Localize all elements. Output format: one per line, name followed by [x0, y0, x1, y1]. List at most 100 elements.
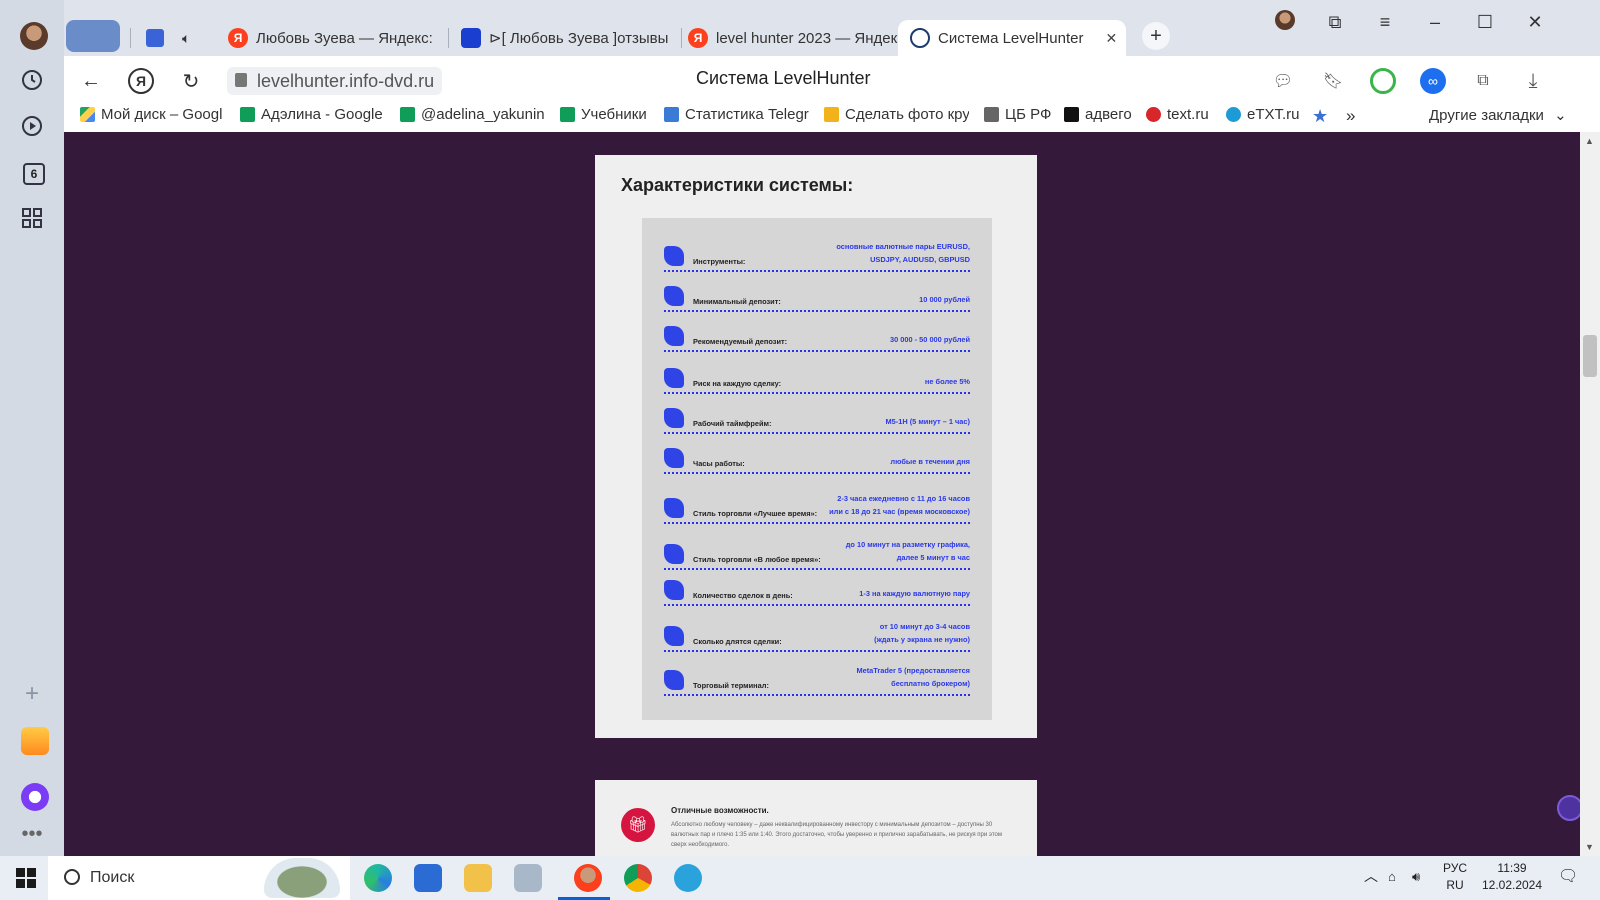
collections-icon[interactable]: ⧉: [1320, 12, 1350, 32]
video-icon[interactable]: [16, 110, 48, 142]
bookmark-item[interactable]: ЦБ РФ: [984, 106, 1054, 123]
scroll-up-icon[interactable]: ▲: [1585, 136, 1594, 146]
tab-audio-control[interactable]: [66, 20, 120, 52]
page-viewport[interactable]: Характеристики системы: Инструменты: осно…: [64, 132, 1600, 856]
url-text: levelhunter.info-dvd.ru: [257, 70, 435, 91]
notifications-icon[interactable]: 🗨︎: [1558, 868, 1578, 885]
characteristic-row: Сколько длятся сделки: от 10 минут до 3-4…: [664, 616, 970, 652]
taskbar-search[interactable]: Поиск: [48, 856, 350, 900]
close-tab-icon[interactable]: ✕: [1105, 30, 1117, 47]
chat-bubble-icon[interactable]: 💬︎: [1270, 68, 1296, 94]
clock[interactable]: 11:39 12.02.2024: [1474, 860, 1550, 894]
bookmark-item[interactable]: text.ru: [1146, 106, 1216, 123]
close-window-icon[interactable]: ✕: [1520, 12, 1550, 32]
reload-icon[interactable]: ↻: [178, 68, 204, 94]
timer-icon: [664, 408, 684, 428]
scrollbar[interactable]: [1580, 132, 1600, 856]
characteristic-value-line: 2-3 часа ежедневно с 11 до 16 часов: [837, 494, 970, 503]
bookmark-item[interactable]: Статистика Telegra: [664, 106, 809, 123]
word-icon[interactable]: [414, 864, 442, 892]
photos-icon[interactable]: [514, 864, 542, 892]
bookmark-label: Мой диск – Googl: [101, 106, 223, 123]
characteristic-value: MetaTrader 5 (предоставляется бесплатно б…: [856, 664, 970, 690]
bookmark-label: eTXT.ru: [1247, 106, 1300, 123]
input-language[interactable]: РУС RU: [1438, 860, 1472, 894]
yandex-icon: Я: [228, 28, 248, 48]
bookmark-icon[interactable]: 🔖︎: [1320, 68, 1346, 94]
history-icon[interactable]: [16, 64, 48, 96]
feature-text: Абсолютно любому человеку – даже неквали…: [671, 822, 1002, 848]
bookmark-item[interactable]: Мой диск – Googl: [80, 106, 225, 123]
characteristic-value-line: бесплатно брокером): [891, 679, 970, 688]
other-bookmarks[interactable]: Другие закладки ⌄: [1429, 106, 1567, 124]
bookmark-item[interactable]: Сделать фото кру: [824, 106, 969, 123]
characteristic-value-line: 30 000 - 50 000 рублей: [890, 335, 970, 344]
bookmark-item[interactable]: @adelina_yakunina: [400, 106, 545, 123]
laptop-icon: [664, 670, 684, 690]
extension-infinity-icon[interactable]: ∞: [1420, 68, 1446, 94]
menu-icon[interactable]: ≡: [1370, 12, 1400, 32]
yandex-home-icon[interactable]: Я: [128, 68, 154, 94]
alice-assistant-icon[interactable]: [21, 783, 49, 811]
tray-chevron-icon[interactable]: ︿: [1364, 868, 1378, 885]
coins-icon: [664, 286, 684, 306]
characteristic-label: Минимальный депозит:: [693, 297, 781, 306]
star-bookmark-icon[interactable]: ★: [1312, 106, 1328, 127]
chrome-icon[interactable]: [624, 864, 652, 892]
textru-icon: [1146, 107, 1161, 122]
scroll-down-icon[interactable]: ▼: [1585, 842, 1594, 852]
yandex-browser-icon[interactable]: [574, 864, 602, 892]
edge-icon[interactable]: [364, 864, 392, 892]
profile-icon[interactable]: [1270, 10, 1300, 30]
tab-1[interactable]: Я Любовь Зуева — Яндекс:: [216, 20, 438, 56]
file-explorer-icon[interactable]: [464, 864, 492, 892]
shield-icon: [664, 368, 684, 388]
lang-bottom: RU: [1446, 878, 1464, 892]
more-icon[interactable]: •••: [16, 818, 48, 850]
tab-active[interactable]: Система LevelHunter ✕: [898, 20, 1126, 56]
bookmark-item[interactable]: Учебники: [560, 106, 650, 123]
extension-compass-icon[interactable]: [1370, 68, 1396, 94]
bookmark-label: text.ru: [1167, 106, 1209, 123]
bookmark-item[interactable]: eTXT.ru: [1226, 106, 1301, 123]
etxt-icon: [1226, 107, 1241, 122]
minimize-icon[interactable]: –: [1420, 12, 1450, 32]
characteristic-value-line: далее 5 минут в час: [896, 553, 970, 562]
network-icon[interactable]: ⌂: [1388, 868, 1396, 885]
volume-icon[interactable]: 🔊︎: [1412, 868, 1420, 885]
more-bookmarks-icon[interactable]: »: [1346, 106, 1355, 126]
notes-tab-icon[interactable]: [142, 20, 172, 56]
apps-grid-icon[interactable]: [16, 202, 48, 234]
add-panel-icon[interactable]: +: [16, 678, 48, 710]
bookmark-label: ЦБ РФ: [1005, 106, 1052, 123]
downloads-panel-icon[interactable]: ⧉: [1470, 68, 1496, 94]
download-icon[interactable]: ⤓: [1520, 68, 1546, 94]
url-field[interactable]: levelhunter.info-dvd.ru: [227, 67, 443, 95]
tab-strip: 🔈︎ Я Любовь Зуева — Яндекс: ⊳[ Любовь Зу…: [64, 0, 1600, 56]
photo-icon: [824, 107, 839, 122]
stopwatch-icon: [664, 626, 684, 646]
scrollbar-thumb[interactable]: [1583, 335, 1597, 377]
characteristic-label: Рекомендуемый депозит:: [693, 337, 788, 346]
windows-start-icon[interactable]: [16, 868, 36, 888]
tabs-count-icon[interactable]: 6: [23, 163, 45, 185]
bookmark-item[interactable]: Адэлина - Google: [240, 106, 385, 123]
maximize-icon[interactable]: ☐: [1470, 12, 1500, 32]
clock-time: 11:39: [1497, 861, 1527, 875]
mail-icon[interactable]: [21, 727, 49, 755]
characteristic-value-line: USDJPY, AUDUSD, GBPUSD: [870, 255, 970, 264]
card-title: Характеристики системы:: [621, 175, 854, 195]
telegram-icon[interactable]: [674, 864, 702, 892]
characteristic-value: любые в течении дня: [890, 455, 970, 468]
back-icon[interactable]: ←: [78, 68, 104, 94]
characteristic-value: до 10 минут на разметку графика, далее 5 …: [846, 538, 970, 564]
characteristic-label: Риск на каждую сделку:: [693, 379, 782, 388]
new-tab-button[interactable]: +: [1142, 22, 1170, 50]
characteristic-row: Риск на каждую сделку: не более 5%: [664, 368, 970, 394]
bookmark-item[interactable]: адвего: [1064, 106, 1136, 123]
tab-3[interactable]: Я level hunter 2023 — Яндек: [676, 20, 898, 56]
speaker-icon[interactable]: 🔈︎: [178, 20, 204, 56]
clock-ring-icon: [664, 544, 684, 564]
profile-avatar[interactable]: [20, 22, 48, 50]
tab-2[interactable]: ⊳[ Любовь Зуева ]отзывы: [449, 20, 671, 56]
